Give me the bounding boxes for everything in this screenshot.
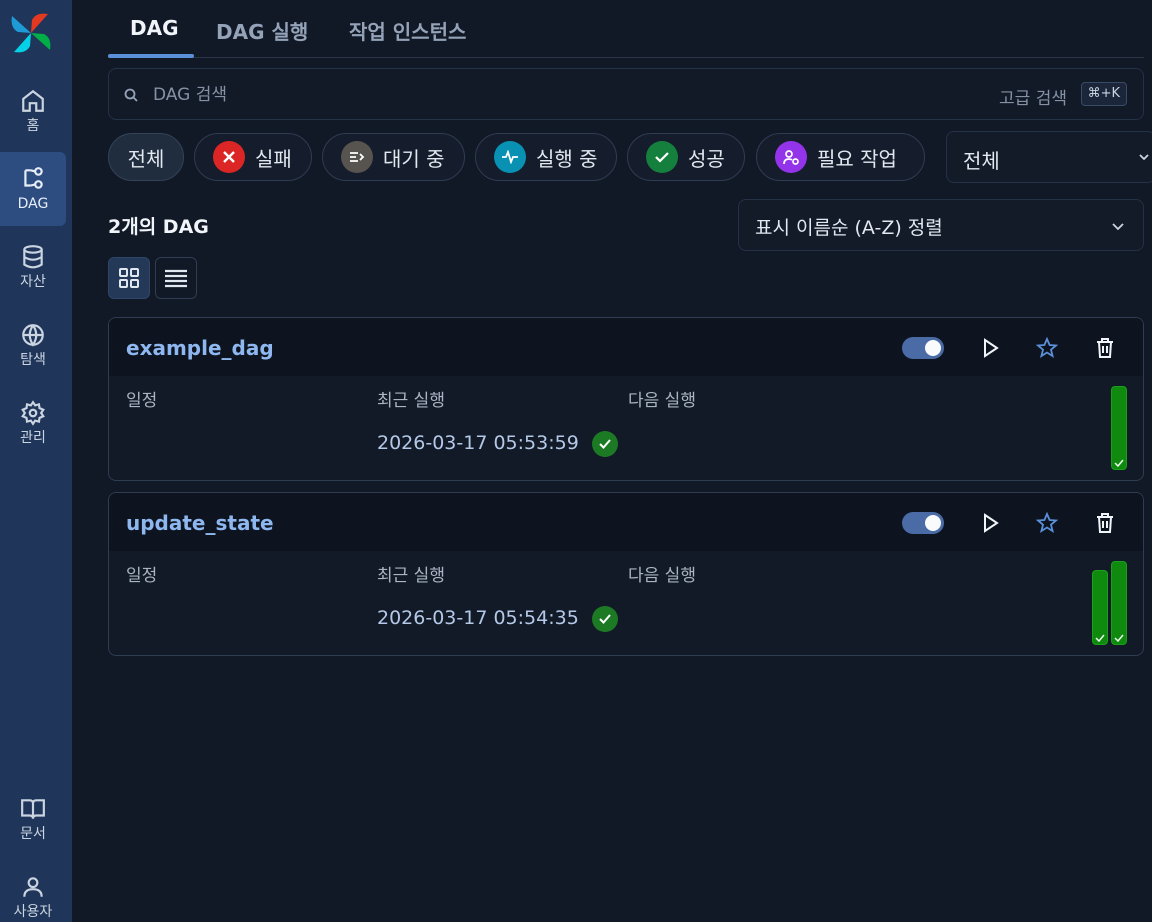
- active-tab-indicator: [108, 54, 194, 58]
- trash-icon[interactable]: [1092, 335, 1118, 361]
- next-run-label: 다음 실행: [628, 391, 696, 411]
- dag-id-link[interactable]: example_dag: [126, 336, 274, 360]
- sort-select[interactable]: 표시 이름순 (A-Z) 정렬: [738, 199, 1144, 251]
- grid-view-button[interactable]: [108, 257, 150, 299]
- sidebar-item-docs[interactable]: 문서: [0, 782, 66, 856]
- filter-label: 전체: [127, 146, 165, 171]
- sidebar-item-label: 문서: [20, 826, 46, 842]
- latest-run-date[interactable]: 2026-03-17 05:54:35: [377, 607, 579, 629]
- sidebar-item-label: 사용자: [13, 904, 53, 920]
- run-bar[interactable]: [1092, 570, 1108, 645]
- play-icon[interactable]: [977, 335, 1003, 361]
- filter-failed-button[interactable]: 실패: [194, 133, 312, 181]
- dag-card-header: example_dag: [109, 318, 1143, 376]
- dag-id-link[interactable]: update_state: [126, 511, 274, 535]
- dag-card-header: update_state: [109, 493, 1143, 551]
- book-icon: [21, 799, 45, 819]
- filter-queued-button[interactable]: 대기 중: [322, 133, 465, 181]
- search-input[interactable]: [153, 81, 853, 109]
- latest-run-label: 최근 실행: [377, 391, 445, 411]
- x-icon: [213, 141, 245, 173]
- run-bar[interactable]: [1111, 561, 1127, 645]
- check-icon: [1114, 459, 1124, 467]
- state-select[interactable]: 전체: [946, 131, 1152, 183]
- search-shortcut-hint: ⌘+K: [1080, 82, 1127, 106]
- latest-run-label: 최근 실행: [377, 566, 445, 586]
- latest-run-date[interactable]: 2026-03-17 05:53:59: [377, 432, 579, 454]
- activity-icon: [494, 141, 526, 173]
- success-check-icon: [592, 606, 618, 632]
- filter-needs-action-button[interactable]: 필요 작업: [756, 133, 925, 181]
- list-icon: [165, 269, 187, 288]
- gear-icon: [21, 400, 45, 426]
- state-select-value: 전체: [963, 149, 1000, 173]
- sidebar-item-label: 자산: [20, 274, 46, 290]
- sidebar-item-home[interactable]: 홈: [0, 74, 66, 148]
- schedule-label: 일정: [126, 391, 158, 411]
- trash-icon[interactable]: [1092, 510, 1118, 536]
- dag-count: 2개의 DAG: [108, 216, 209, 238]
- play-icon[interactable]: [977, 510, 1003, 536]
- check-icon: [1095, 634, 1105, 642]
- database-icon: [23, 245, 43, 269]
- globe-icon: [22, 324, 44, 347]
- sidebar-item-label: 관리: [20, 430, 46, 446]
- filter-running-button[interactable]: 실행 중: [475, 133, 617, 181]
- success-check-icon: [592, 431, 618, 457]
- list-view-button[interactable]: [155, 257, 197, 299]
- dag-pause-toggle[interactable]: [902, 337, 944, 359]
- run-bar[interactable]: [1111, 386, 1127, 470]
- filter-label: 실행 중: [536, 146, 598, 171]
- check-icon: [1114, 634, 1124, 642]
- sidebar-item-browse[interactable]: 탐색: [0, 308, 66, 382]
- dag-icon: [24, 167, 43, 189]
- next-run-label: 다음 실행: [628, 566, 696, 586]
- user-action-icon: [775, 141, 807, 173]
- queue-icon: [341, 141, 373, 173]
- tab-bar: DAG DAG 실행 작업 인스턴스: [108, 0, 1144, 58]
- dag-pause-toggle[interactable]: [902, 512, 944, 534]
- sidebar-item-label: 홈: [26, 118, 40, 134]
- sidebar-item-admin[interactable]: 관리: [0, 386, 66, 460]
- sidebar-item-user[interactable]: 사용자: [0, 860, 66, 922]
- user-icon: [23, 877, 43, 897]
- filter-label: 필요 작업: [817, 146, 897, 171]
- filter-label: 대기 중: [383, 146, 445, 171]
- chevron-down-icon: [1112, 223, 1124, 231]
- search-icon: [124, 88, 138, 102]
- filter-success-button[interactable]: 성공: [627, 133, 745, 181]
- sidebar-item-label: 탐색: [20, 352, 46, 368]
- sidebar-item-label: DAG: [17, 196, 49, 212]
- home-icon: [22, 89, 44, 112]
- search-bar: 고급 검색 ⌘+K: [108, 68, 1144, 120]
- grid-icon: [119, 268, 139, 288]
- tab-dag-runs[interactable]: DAG 실행: [216, 16, 308, 45]
- sidebar: 홈 DAG 자산 탐색 관리 문서 사용자: [0, 0, 72, 922]
- chevron-down-icon: [1139, 154, 1149, 161]
- star-icon[interactable]: [1034, 335, 1060, 361]
- airflow-logo[interactable]: [8, 10, 54, 56]
- sidebar-item-dag[interactable]: DAG: [0, 152, 66, 226]
- advanced-search-button[interactable]: 고급 검색: [999, 84, 1067, 109]
- filter-all-button[interactable]: 전체: [108, 133, 184, 181]
- tab-task-instances[interactable]: 작업 인스턴스: [349, 16, 466, 45]
- star-icon[interactable]: [1034, 510, 1060, 536]
- filter-label: 실패: [255, 146, 292, 171]
- sort-select-value: 표시 이름순 (A-Z) 정렬: [755, 217, 943, 239]
- tab-dag[interactable]: DAG: [130, 16, 179, 40]
- check-icon: [646, 141, 678, 173]
- sidebar-item-assets[interactable]: 자산: [0, 230, 66, 304]
- schedule-label: 일정: [126, 566, 158, 586]
- dag-card: example_dag 일정 최근 실행 다음 실행 2026-03-17 05…: [108, 317, 1144, 481]
- dag-card: update_state 일정 최근 실행 다음 실행 2026-03-17 0…: [108, 492, 1144, 656]
- filter-label: 성공: [688, 146, 725, 171]
